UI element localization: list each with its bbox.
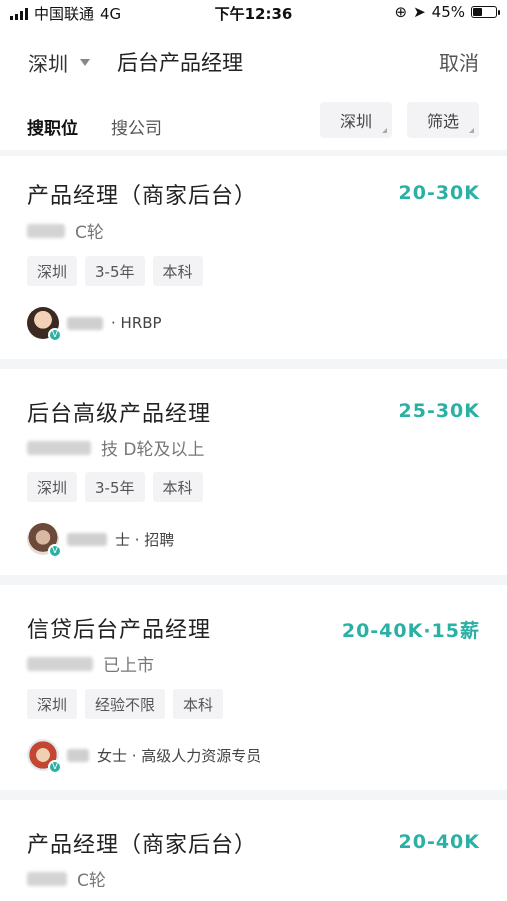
recruiter-title: 女士 · 高级人力资源专员 xyxy=(97,746,262,765)
job-card[interactable]: 产品经理（商家后台） 20-40K C轮 xyxy=(0,800,507,901)
company-name-redacted xyxy=(27,440,91,455)
company-row: 已上市 xyxy=(27,651,154,676)
recruiter-name-redacted xyxy=(67,316,103,330)
avatar: V xyxy=(27,307,62,342)
recruiter-row: V 女士 · 高级人力资源专员 xyxy=(27,739,262,774)
search-input[interactable]: 后台产品经理 xyxy=(117,47,243,77)
avatar: V xyxy=(27,739,62,774)
job-card[interactable]: 信贷后台产品经理 20-40K·15薪 已上市 深圳 经验不限 本科 V 女士 … xyxy=(0,585,507,790)
filter-label: 筛选 xyxy=(426,112,459,131)
tag-education: 本科 xyxy=(152,472,203,502)
tag-experience: 经验不限 xyxy=(85,689,166,719)
corner-triangle-icon xyxy=(469,128,474,133)
search-header: 深圳 后台产品经理 取消 xyxy=(0,24,507,98)
verified-icon: V xyxy=(48,544,62,558)
job-title: 信贷后台产品经理 xyxy=(27,618,212,643)
recruiter-name-redacted xyxy=(67,748,89,762)
status-right: ⊕ ➤ 45% xyxy=(394,3,500,21)
tag-education: 本科 xyxy=(152,256,203,286)
battery-icon xyxy=(471,6,500,18)
verified-icon: V xyxy=(48,760,62,774)
recruiter-title: · HRBP xyxy=(111,314,162,332)
recruiter-row: V 士 · 招聘 xyxy=(27,523,175,558)
company-stage: C轮 xyxy=(77,871,106,891)
company-stage: 技 D轮及以上 xyxy=(101,440,205,460)
chevron-down-icon xyxy=(80,59,90,66)
city-filter-button[interactable]: 深圳 xyxy=(320,102,392,138)
recruiter-name-redacted xyxy=(67,532,107,546)
tag-list: 深圳 3-5年 本科 xyxy=(27,256,203,286)
battery-fill xyxy=(473,8,482,16)
company-row: C轮 xyxy=(27,866,106,891)
filter-bar: 搜职位 搜公司 深圳 筛选 xyxy=(0,98,507,150)
salary: 20-40K xyxy=(398,831,480,853)
company-name-redacted xyxy=(27,871,67,886)
job-card[interactable]: 后台高级产品经理 25-30K 技 D轮及以上 深圳 3-5年 本科 V 士 ·… xyxy=(0,369,507,575)
tag-experience: 3-5年 xyxy=(85,472,145,502)
status-bar: 中国联通 4G 下午12:36 ⊕ ➤ 45% xyxy=(0,0,507,24)
city-dropdown[interactable]: 深圳 xyxy=(28,48,90,77)
tag-location: 深圳 xyxy=(27,689,78,719)
tag-experience: 3-5年 xyxy=(85,256,145,286)
company-row: C轮 xyxy=(27,218,104,243)
company-stage: 已上市 xyxy=(103,656,154,676)
filter-button[interactable]: 筛选 xyxy=(407,102,479,138)
city-filter-label: 深圳 xyxy=(339,112,372,131)
location-arrow-icon: ➤ xyxy=(413,3,426,21)
recruiter-title: 士 · 招聘 xyxy=(115,530,175,549)
tag-location: 深圳 xyxy=(27,472,78,502)
tag-education: 本科 xyxy=(173,689,224,719)
avatar: V xyxy=(27,523,62,558)
verified-icon: V xyxy=(48,328,62,342)
job-title: 产品经理（商家后台） xyxy=(27,184,258,209)
job-title: 后台高级产品经理 xyxy=(27,402,212,427)
tag-location: 深圳 xyxy=(27,256,78,286)
tab-companies[interactable]: 搜公司 xyxy=(111,114,162,139)
company-name-redacted xyxy=(27,223,65,238)
job-title: 产品经理（商家后台） xyxy=(27,833,258,858)
company-stage: C轮 xyxy=(75,223,104,243)
tag-list: 深圳 经验不限 本科 xyxy=(27,689,224,719)
cancel-button[interactable]: 取消 xyxy=(439,47,479,76)
tag-list: 深圳 3-5年 本科 xyxy=(27,472,203,502)
tab-jobs[interactable]: 搜职位 xyxy=(27,114,78,139)
lock-rotation-icon: ⊕ xyxy=(394,3,408,21)
salary: 25-30K xyxy=(398,400,480,422)
company-name-redacted xyxy=(27,656,93,671)
salary: 20-40K·15薪 xyxy=(341,620,480,642)
recruiter-row: V · HRBP xyxy=(27,307,162,342)
city-label: 深圳 xyxy=(28,52,68,76)
corner-triangle-icon xyxy=(382,128,387,133)
salary: 20-30K xyxy=(398,182,480,204)
job-card[interactable]: 产品经理（商家后台） 20-30K C轮 深圳 3-5年 本科 V · HRBP xyxy=(0,156,507,359)
battery-percent: 45% xyxy=(431,3,465,21)
company-row: 技 D轮及以上 xyxy=(27,435,205,460)
